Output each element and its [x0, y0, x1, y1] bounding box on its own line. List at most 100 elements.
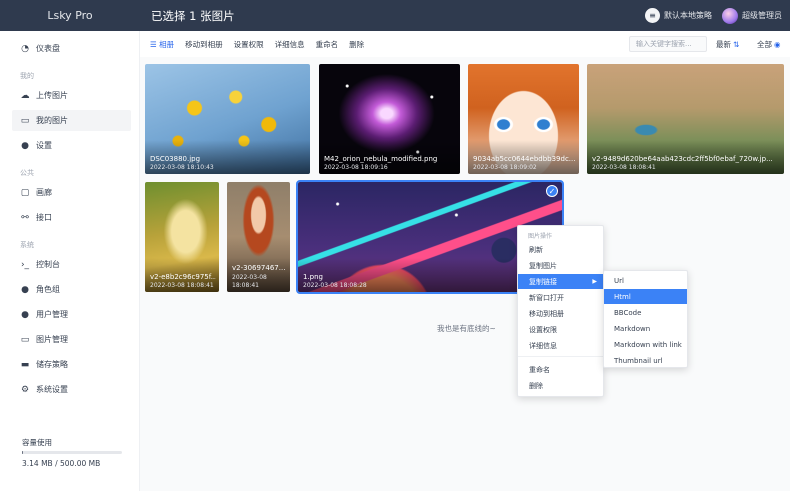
sidebar-item-label: 图片管理	[36, 335, 68, 344]
filter-dropdown[interactable]: 全部 ◉	[757, 31, 781, 57]
sidebar: ◔ 仪表盘 我的 ☁ 上传图片 ▭ 我的图片 ● 设置 公共 ▢ 画廊 ⚯ 接口…	[0, 31, 140, 491]
menu-item-move-to-album[interactable]: 移动到相册	[518, 306, 603, 321]
menu-item-rename[interactable]: 重命名	[518, 362, 603, 377]
user-menu[interactable]: 超级管理员	[722, 7, 782, 24]
image-date: 2022-03-08 18:08:41	[592, 164, 656, 171]
image-card[interactable]: DSC03880.jpg 2022-03-08 18:10:43	[145, 64, 310, 174]
image-grid: DSC03880.jpg 2022-03-08 18:10:43 M42_ori…	[140, 57, 790, 491]
storage-label: 容量使用	[22, 438, 52, 447]
image-name: 9034ab5cc0644ebdbb39dc...	[473, 155, 576, 163]
menu-icon: ☰	[150, 39, 160, 49]
storage-text: 3.14 MB / 500.00 MB	[22, 459, 101, 468]
database-icon: ≡	[645, 8, 660, 23]
strategy-switch[interactable]: ≡ 默认本地策略	[645, 8, 712, 23]
app-brand[interactable]: Lsky Pro	[0, 0, 140, 31]
image-card[interactable]: M42_orion_nebula_modified.png 2022-03-08…	[319, 64, 460, 174]
menu-item-details[interactable]: 详细信息	[518, 338, 603, 353]
albums-button[interactable]: ☰ 相册	[150, 39, 174, 50]
sidebar-item-label: 上传图片	[36, 91, 68, 100]
sort-label: 最新	[716, 39, 731, 49]
sidebar-item-label: 储存策略	[36, 360, 68, 369]
albums-label: 相册	[159, 39, 175, 49]
image-name: DSC03880.jpg	[150, 155, 201, 163]
rename-button[interactable]: 重命名	[316, 39, 339, 50]
submenu-item-markdown[interactable]: Markdown	[604, 321, 687, 336]
submenu-item-thumbnail-url[interactable]: Thumbnail url	[604, 353, 687, 368]
sidebar-item-roles[interactable]: ● 角色组	[12, 279, 131, 300]
move-to-album-button[interactable]: 移动到相册	[185, 39, 223, 50]
link-icon: ⚯	[21, 212, 29, 223]
sidebar-item-strategies[interactable]: ▬ 储存策略	[12, 354, 131, 375]
sidebar-item-api[interactable]: ⚯ 接口	[12, 207, 131, 228]
sidebar-item-dashboard[interactable]: ◔ 仪表盘	[12, 38, 131, 59]
image-date: 2022-03-08	[232, 274, 267, 281]
user-settings-icon: ●	[21, 140, 29, 151]
nav-group-system: 系统	[20, 241, 34, 249]
menu-item-set-permission[interactable]: 设置权限	[518, 322, 603, 337]
sidebar-item-console[interactable]: ›_ 控制台	[12, 254, 131, 275]
image-name: v2-9489d620be64aab423cdc2ff5bf0ebaf_720w…	[592, 155, 773, 163]
storage-icon: ▬	[20, 359, 30, 370]
sidebar-item-system-settings[interactable]: ⚙ 系统设置	[12, 379, 131, 400]
storage-progress-fill	[22, 451, 23, 454]
submenu-item-markdown-with-link[interactable]: Markdown with link	[604, 337, 687, 352]
image-card[interactable]: 9034ab5cc0644ebdbb39dc... 2022-03-08 18:…	[468, 64, 579, 174]
context-menu-title: 图片操作	[528, 233, 553, 240]
submenu-item-html[interactable]: Html	[604, 289, 687, 304]
images-icon: ▭	[20, 334, 30, 345]
submenu-item-bbcode[interactable]: BBCode	[604, 305, 687, 320]
image-name: M42_orion_nebula_modified.png	[324, 155, 438, 163]
user-label: 超级管理员	[742, 11, 782, 20]
dashboard-icon: ◔	[21, 43, 29, 54]
group-icon: ●	[21, 284, 29, 295]
sidebar-item-upload[interactable]: ☁ 上传图片	[12, 85, 131, 106]
sidebar-item-users[interactable]: ● 用户管理	[12, 304, 131, 325]
sidebar-item-label: 设置	[36, 141, 52, 150]
sidebar-item-images[interactable]: ▭ 图片管理	[12, 329, 131, 350]
image-name: v2-30697467...	[232, 264, 286, 272]
images-icon: ▭	[20, 115, 30, 126]
sidebar-item-label: 控制台	[36, 260, 60, 269]
sidebar-item-label: 接口	[36, 213, 52, 222]
context-menu: 图片操作 刷新 复制图片 复制链接 ▶ 新窗口打开 移动到相册 设置权限 详细信…	[517, 225, 604, 397]
sidebar-item-label: 仪表盘	[36, 44, 60, 53]
sidebar-item-gallery[interactable]: ▢ 画廊	[12, 182, 131, 203]
delete-button[interactable]: 删除	[349, 39, 364, 50]
image-card[interactable]: v2-e8b2c96c975f... 2022-03-08 18:08:41	[145, 182, 219, 292]
menu-divider	[518, 356, 603, 357]
image-date: 18:08:41	[232, 282, 259, 289]
menu-item-copy-link[interactable]: 复制链接 ▶	[518, 274, 603, 289]
nav-group-mine: 我的	[20, 72, 34, 80]
search-input[interactable]: 输入关键字搜索...	[629, 36, 707, 52]
strategy-label: 默认本地策略	[664, 11, 712, 20]
menu-item-refresh[interactable]: 刷新	[518, 242, 603, 257]
toolbar: ☰ 相册 移动到相册 设置权限 详细信息 重命名 删除 输入关键字搜索... 最…	[140, 31, 790, 57]
cloud-upload-icon: ☁	[20, 90, 30, 101]
submenu-item-url[interactable]: Url	[604, 273, 687, 288]
copy-link-submenu: Url Html BBCode Markdown Markdown with l…	[603, 270, 688, 368]
image-card[interactable]: v2-9489d620be64aab423cdc2ff5bf0ebaf_720w…	[587, 64, 784, 174]
image-date: 2022-03-08 18:08:28	[303, 282, 367, 289]
sidebar-item-label: 我的图片	[36, 116, 68, 125]
set-permission-button[interactable]: 设置权限	[234, 39, 264, 50]
image-name: 1.png	[303, 273, 324, 281]
end-of-list-message: 我也是有底线的~	[437, 324, 496, 333]
sidebar-item-label: 系统设置	[36, 385, 68, 394]
menu-item-delete[interactable]: 删除	[518, 378, 603, 393]
nav-group-public: 公共	[20, 169, 34, 177]
image-date: 2022-03-08 18:08:41	[150, 282, 214, 289]
sidebar-item-label: 用户管理	[36, 310, 68, 319]
image-card[interactable]: v2-30697467... 2022-03-08 18:08:41	[227, 182, 290, 292]
brand-label: Lsky Pro	[47, 9, 93, 22]
menu-item-open-new-window[interactable]: 新窗口打开	[518, 290, 603, 305]
menu-item-copy-image[interactable]: 复制图片	[518, 258, 603, 273]
check-icon[interactable]: ✓	[546, 185, 558, 197]
image-date: 2022-03-08 18:09:02	[473, 164, 537, 171]
sort-icon: ⇅	[733, 39, 740, 49]
sort-dropdown[interactable]: 最新 ⇅	[716, 31, 739, 57]
image-date: 2022-03-08 18:10:43	[150, 164, 214, 171]
sidebar-item-settings[interactable]: ● 设置	[12, 135, 131, 156]
sidebar-item-my-images[interactable]: ▭ 我的图片	[12, 110, 131, 131]
avatar	[722, 7, 738, 24]
details-button[interactable]: 详细信息	[275, 39, 305, 50]
